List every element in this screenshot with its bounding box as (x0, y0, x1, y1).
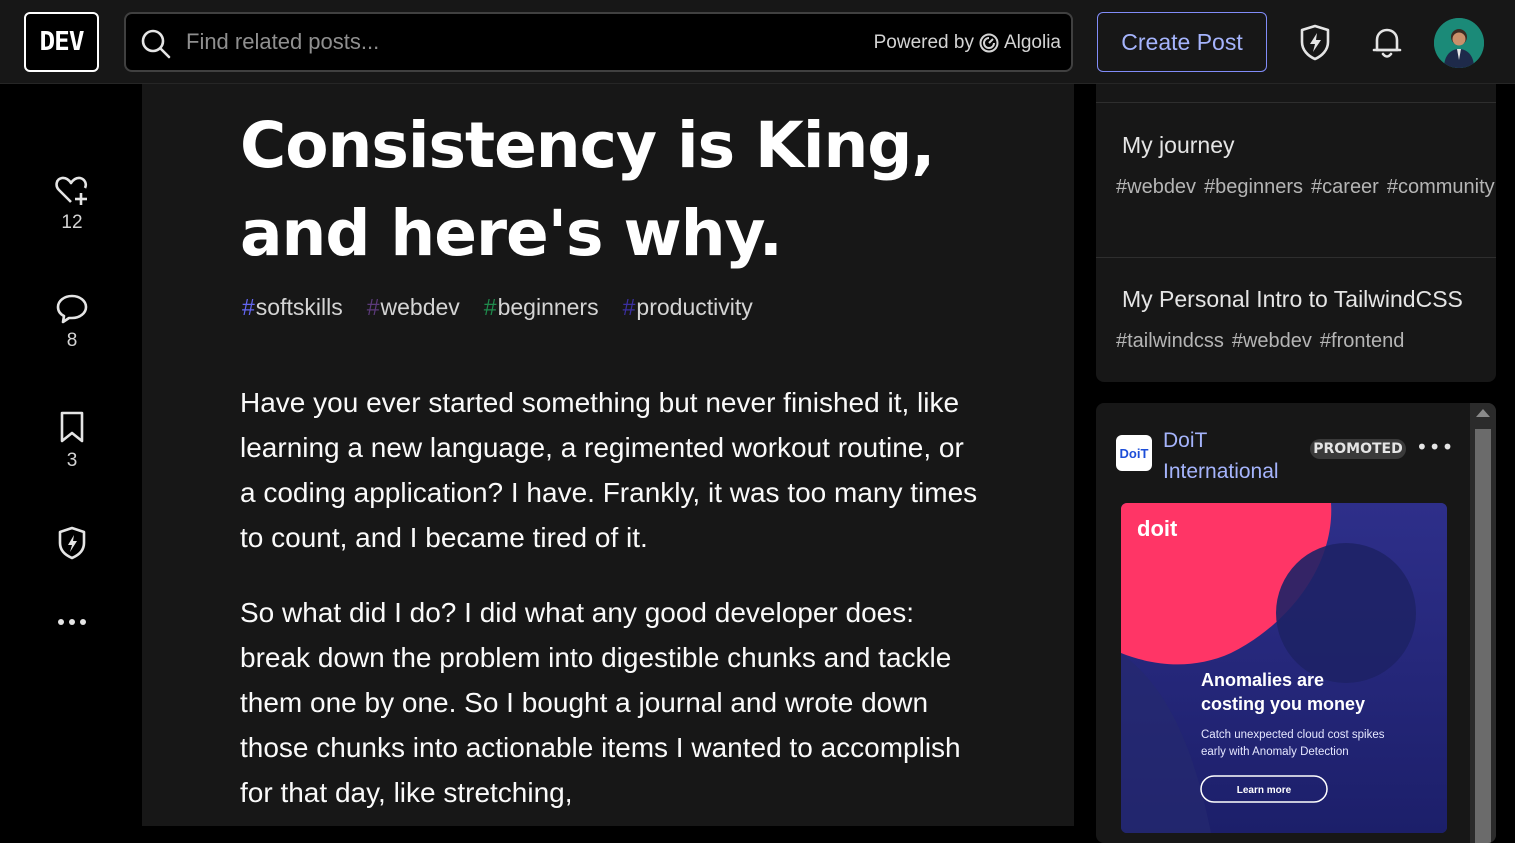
reaction-count: 12 (61, 212, 83, 233)
more-horizontal-icon (58, 619, 86, 625)
divider (1096, 102, 1496, 103)
more-options-button[interactable] (46, 616, 98, 628)
related-post-tags: #tailwindcss #webdev #frontend (1116, 325, 1476, 357)
reaction-rail: 12 8 3 (0, 84, 142, 826)
related-posts-card: My journey #webdev #beginners #career #comm… (1096, 84, 1496, 382)
related-post-tag[interactable]: #webdev (1232, 330, 1312, 352)
promoted-ad-card: DoiT DoiT International PROMOTED ••• doi… (1096, 403, 1496, 843)
avatar-image (1434, 18, 1484, 68)
banner-headline-1: Anomalies are (1201, 670, 1324, 690)
bookmark-button[interactable]: 3 (46, 410, 98, 472)
comments-button[interactable]: 8 (46, 292, 98, 352)
tag-name: softskills (255, 294, 343, 320)
related-post-tag[interactable]: #webdev (1116, 176, 1196, 198)
related-post-tag[interactable]: #community (1387, 176, 1495, 198)
bookmark-count: 3 (66, 450, 78, 471)
tag-webdev[interactable]: #webdev (367, 294, 460, 321)
comment-count: 8 (66, 330, 78, 351)
scrollbar-thumb[interactable] (1475, 429, 1491, 843)
promoted-badge: PROMOTED (1310, 439, 1406, 459)
sponsor-name[interactable]: DoiT International (1163, 425, 1313, 487)
related-post-tag[interactable]: #frontend (1320, 330, 1405, 352)
article-title: Consistency is King, and here's why. (240, 109, 935, 270)
search-bar[interactable]: Find related posts... Powered by Algolia (124, 12, 1073, 72)
tag-hash: # (483, 294, 497, 320)
search-input[interactable]: Find related posts... (186, 29, 379, 55)
powered-by-algolia[interactable]: Powered by Algolia (874, 32, 1061, 54)
article-content: Have you ever started something but neve… (240, 380, 980, 826)
related-post-item[interactable]: My Personal Intro to TailwindCSS #tailwi… (1096, 286, 1496, 357)
related-post-tag[interactable]: #tailwindcss (1116, 330, 1224, 352)
tag-hash: # (622, 294, 636, 320)
sponsor-logo[interactable]: DoiT (1116, 435, 1152, 471)
user-avatar[interactable] (1434, 18, 1484, 68)
powered-by-label: Powered by (873, 32, 974, 53)
tag-name: productivity (636, 294, 753, 320)
article-tags: #softskills #webdev #beginners #productivit… (242, 294, 753, 321)
banner-sub-2: early with Anomaly Detection (1201, 746, 1349, 758)
comment-icon (56, 294, 88, 324)
tag-name: webdev (380, 294, 460, 320)
right-sidebar: My journey #webdev #beginners #career #comm… (1075, 84, 1515, 843)
ad-more-options[interactable]: ••• (1416, 435, 1454, 459)
ad-banner-art: doit Anomalies are costing you money Cat… (1121, 503, 1447, 833)
notification-bell-icon[interactable] (1367, 22, 1407, 62)
divider (1096, 257, 1496, 258)
shield-bolt-icon[interactable] (1295, 22, 1335, 62)
tag-beginners[interactable]: #beginners (484, 294, 599, 321)
bookmark-icon (60, 411, 84, 443)
related-post-title[interactable]: My journey (1122, 132, 1476, 159)
article-paragraph: Have you ever started something but neve… (240, 387, 978, 553)
article-body: Consistency is King, and here's why. #so… (142, 84, 1074, 826)
banner-sub-1: Catch unexpected cloud cost spikes (1201, 729, 1385, 741)
related-post-title[interactable]: My Personal Intro to TailwindCSS (1122, 286, 1476, 313)
article-paragraph: So what did I do? I did what any good de… (240, 597, 961, 808)
algolia-label: Algolia (1003, 32, 1061, 53)
tag-hash: # (366, 294, 380, 320)
shield-bolt-icon (58, 526, 86, 560)
banner-headline-2: costing you money (1201, 694, 1365, 714)
related-post-tags: #webdev #beginners #career #community (1116, 171, 1495, 203)
heart-plus-icon (55, 176, 88, 205)
create-post-button[interactable]: Create Post (1097, 12, 1267, 72)
top-header: DEV Find related posts... Powered by Alg… (0, 0, 1515, 84)
tag-softskills[interactable]: #softskills (242, 294, 343, 321)
tag-productivity[interactable]: #productivity (623, 294, 753, 321)
related-post-tag[interactable]: #career (1311, 176, 1379, 198)
related-post-tag[interactable]: #beginners (1204, 176, 1303, 198)
banner-brand: doit (1137, 516, 1178, 541)
reaction-button[interactable]: 12 (46, 174, 98, 234)
ad-banner[interactable]: doit Anomalies are costing you money Cat… (1121, 503, 1447, 833)
algolia-icon (979, 33, 999, 53)
banner-cta-label: Learn more (1237, 785, 1292, 796)
boost-button[interactable] (46, 525, 98, 561)
search-icon (141, 29, 171, 59)
tag-name: beginners (497, 294, 599, 320)
tag-hash: # (242, 294, 255, 320)
related-post-item[interactable]: My journey #webdev #beginners #career #comm… (1096, 132, 1496, 203)
dev-logo[interactable]: DEV (24, 12, 99, 72)
scroll-up-arrow-icon[interactable] (1476, 409, 1490, 417)
